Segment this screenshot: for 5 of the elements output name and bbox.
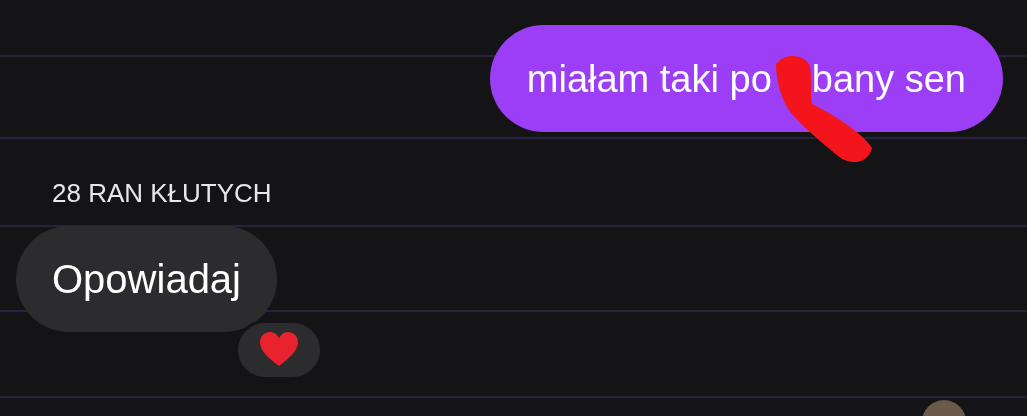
sender-name: 28 RAN KŁUTYCH [52, 180, 272, 206]
message-text: bany sen [811, 59, 966, 98]
message-text: miałam taki po [526, 59, 772, 98]
heart-icon [259, 332, 299, 368]
message-text: Opowiadaj [52, 259, 241, 299]
